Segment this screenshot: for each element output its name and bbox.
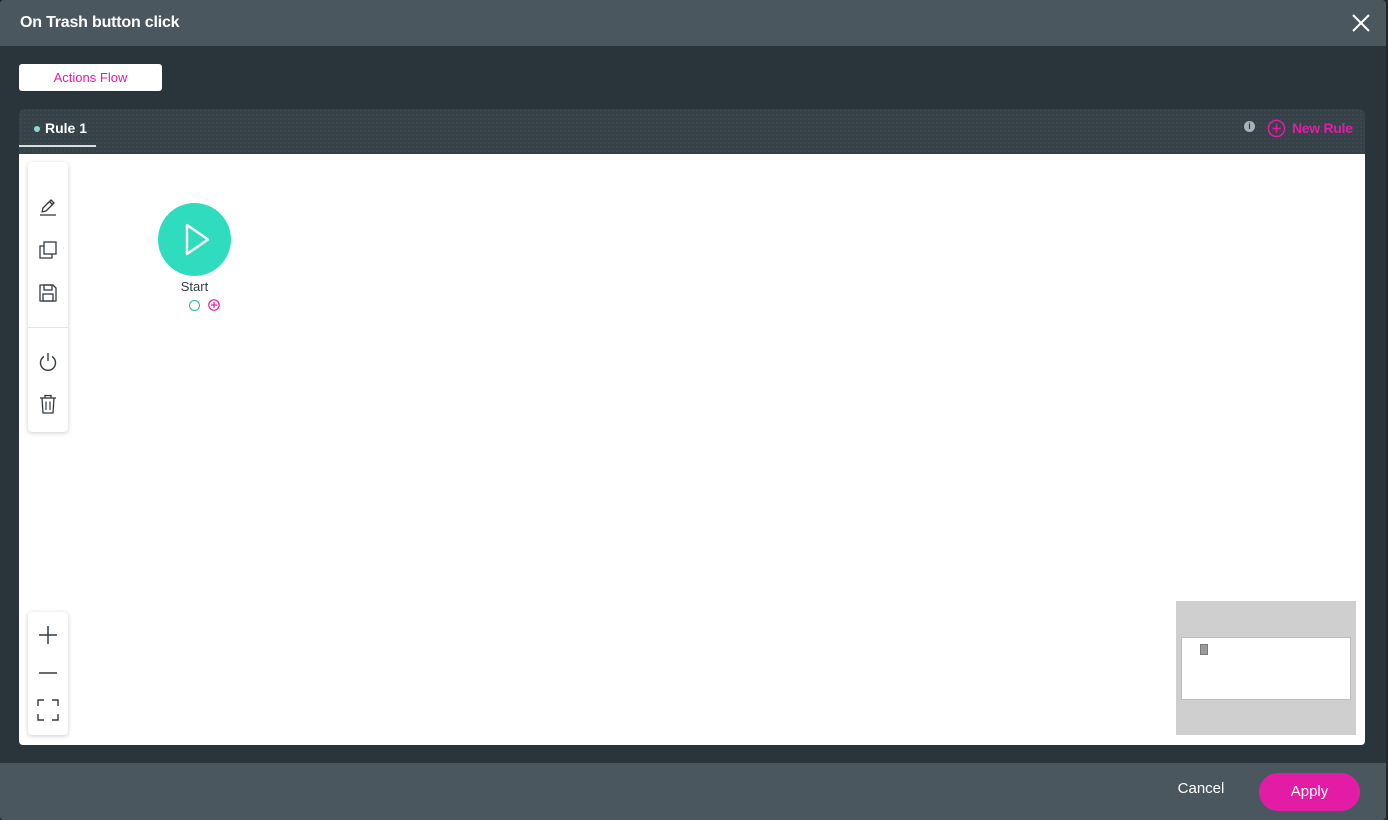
- start-node[interactable]: [158, 203, 231, 276]
- tab-actions-flow[interactable]: Actions Flow: [19, 64, 162, 91]
- apply-button[interactable]: Apply: [1259, 773, 1360, 811]
- rule-tab-rule-1[interactable]: Rule 1: [19, 109, 96, 147]
- cancel-button[interactable]: Cancel: [1160, 780, 1242, 804]
- save-icon: [39, 284, 57, 302]
- fit-screen-button[interactable]: [37, 699, 59, 721]
- close-icon: [1352, 14, 1370, 32]
- rule-status-dot: [34, 126, 40, 132]
- fit-screen-icon: [37, 699, 59, 721]
- new-rule-button[interactable]: New Rule: [1267, 118, 1353, 138]
- minimap[interactable]: [1176, 601, 1356, 735]
- rule-tab-label: Rule 1: [45, 120, 88, 136]
- dialog-header: On Trash button click: [0, 0, 1386, 46]
- rule-toolbar: [28, 162, 68, 432]
- zoom-out-icon: [39, 672, 57, 674]
- copy-icon: [39, 241, 57, 259]
- edit-button[interactable]: [37, 196, 59, 218]
- flow-canvas[interactable]: Start: [19, 154, 1365, 745]
- plus-circle-icon: [1267, 119, 1286, 137]
- new-rule-label: New Rule: [1292, 120, 1353, 136]
- start-output-port[interactable]: [189, 300, 200, 311]
- minimap-viewport[interactable]: [1181, 637, 1351, 700]
- zoom-out-button[interactable]: [37, 662, 59, 684]
- trash-icon: [40, 394, 56, 414]
- zoom-controls: [28, 612, 68, 735]
- start-node-label: Start: [180, 279, 209, 294]
- dialog-footer: Cancel Apply: [0, 763, 1386, 820]
- delete-rule-button[interactable]: [37, 393, 59, 415]
- zoom-in-button[interactable]: [37, 624, 59, 646]
- dialog-title: On Trash button click: [20, 14, 180, 31]
- save-button[interactable]: [37, 282, 59, 304]
- add-action-button[interactable]: [208, 299, 220, 311]
- play-icon: [185, 223, 210, 256]
- pencil-icon: [40, 199, 56, 216]
- actions-dialog: On Trash button click Actions Flow Rule …: [0, 0, 1386, 820]
- power-icon: [39, 353, 57, 371]
- toolbar-divider: [28, 327, 68, 328]
- duplicate-button[interactable]: [37, 239, 59, 261]
- toggle-rule-button[interactable]: [37, 351, 59, 373]
- minimap-start-node: [1200, 644, 1208, 655]
- info-icon[interactable]: i: [1244, 121, 1255, 132]
- close-button[interactable]: [1350, 12, 1372, 34]
- zoom-in-icon: [39, 626, 57, 644]
- plus-circle-icon: [208, 299, 220, 311]
